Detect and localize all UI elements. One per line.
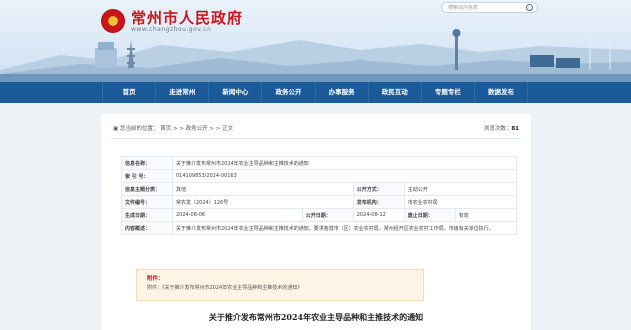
main-nav: 首页 走进常州 新闻中心 政务公开 办事服务 政民互动 专题专栏 数据发布 (0, 82, 631, 103)
info-value: 主动公开 (403, 182, 518, 196)
info-value: 常农发〔2024〕126号 (172, 195, 354, 209)
search-input[interactable]: 搜索站内信息 (441, 2, 538, 13)
nav-interaction[interactable]: 政民互动 (369, 82, 422, 103)
nav-home[interactable]: 首页 (102, 82, 157, 103)
nav-about[interactable]: 走进常州 (156, 82, 210, 103)
info-label: 生成日期： (121, 208, 173, 222)
nav-gov-open[interactable]: 政务公开 (262, 82, 316, 103)
info-label: 发布机构： (352, 195, 405, 209)
info-value: 关于推介发布常州市2024年农业主导品种和主推技术的通知，要求各辖市（区）农业农… (172, 221, 517, 235)
breadcrumb: ▣ 您当前的位置： 首页 > > 政务公开 > > 正文 (113, 124, 233, 132)
info-value: 其他 (172, 182, 354, 196)
site-logo[interactable]: 常州市人民政府 www.changzhou.gov.cn (101, 9, 243, 33)
info-value: 市农业农村局 (403, 195, 518, 209)
view-count: 81 (511, 126, 519, 132)
attachment-link[interactable]: 附件：《关于推介发布常州市2024年农业主导品种和主推技术的通知》 (147, 284, 302, 291)
info-table: 信息名称： 关于推介发布常州市2024年农业主导品种和主推技术的通知 索 引 号… (121, 156, 518, 235)
nav-data[interactable]: 数据发布 (475, 82, 528, 103)
view-counter: 浏览次数：81 (484, 124, 519, 132)
info-label: 索 引 号： (121, 169, 173, 183)
info-value: 关于推介发布常州市2024年农业主导品种和主推技术的通知 (172, 156, 517, 170)
article-panel: ▣ 您当前的位置： 首页 > > 政务公开 > > 正文 浏览次数：81 信息名… (101, 114, 531, 330)
skyline-illustration (0, 29, 631, 82)
breadcrumb-path[interactable]: 首页 > > 政务公开 > > 正文 (160, 126, 233, 132)
site-url: www.changzhou.gov.cn (131, 25, 212, 33)
divider (111, 138, 521, 139)
view-count-label: 浏览次数： (483, 126, 512, 132)
national-emblem-icon (101, 9, 125, 33)
info-value: 2024-08-12 (352, 208, 405, 222)
location-icon: ▣ (113, 126, 119, 132)
info-label: 信息主题分类： (121, 182, 173, 196)
search-icon[interactable] (526, 4, 533, 11)
breadcrumb-label: 您当前的位置： (119, 126, 159, 132)
nav-services[interactable]: 办事服务 (316, 82, 369, 103)
info-value: 2024-08-06 (172, 208, 303, 222)
nav-news[interactable]: 新闻中心 (209, 82, 263, 103)
site-title: 常州市人民政府 (131, 8, 244, 27)
info-label: 文件编号： (121, 195, 173, 209)
info-label: 公开日期： (301, 208, 354, 222)
info-value: 014109853/2024-00163 (172, 169, 517, 183)
attachment-title: 附件： (147, 276, 164, 282)
info-label: 公开方式： (352, 182, 405, 196)
info-label: 信息名称： (121, 156, 173, 170)
info-label: 内容概述： (121, 221, 173, 235)
header-banner: 常州市人民政府 www.changzhou.gov.cn 搜索站内信息 (0, 0, 631, 82)
info-label: 废止日期： (403, 208, 456, 222)
attachment-box: 附件： 附件：《关于推介发布常州市2024年农业主导品种和主推技术的通知》 (136, 269, 424, 301)
search-placeholder: 搜索站内信息 (448, 5, 479, 11)
nav-topics[interactable]: 专题专栏 (422, 82, 475, 103)
info-value: 有效 (454, 208, 518, 222)
document-title: 关于推介发布常州市2024年农业主导品种和主推技术的通知 (208, 312, 424, 322)
